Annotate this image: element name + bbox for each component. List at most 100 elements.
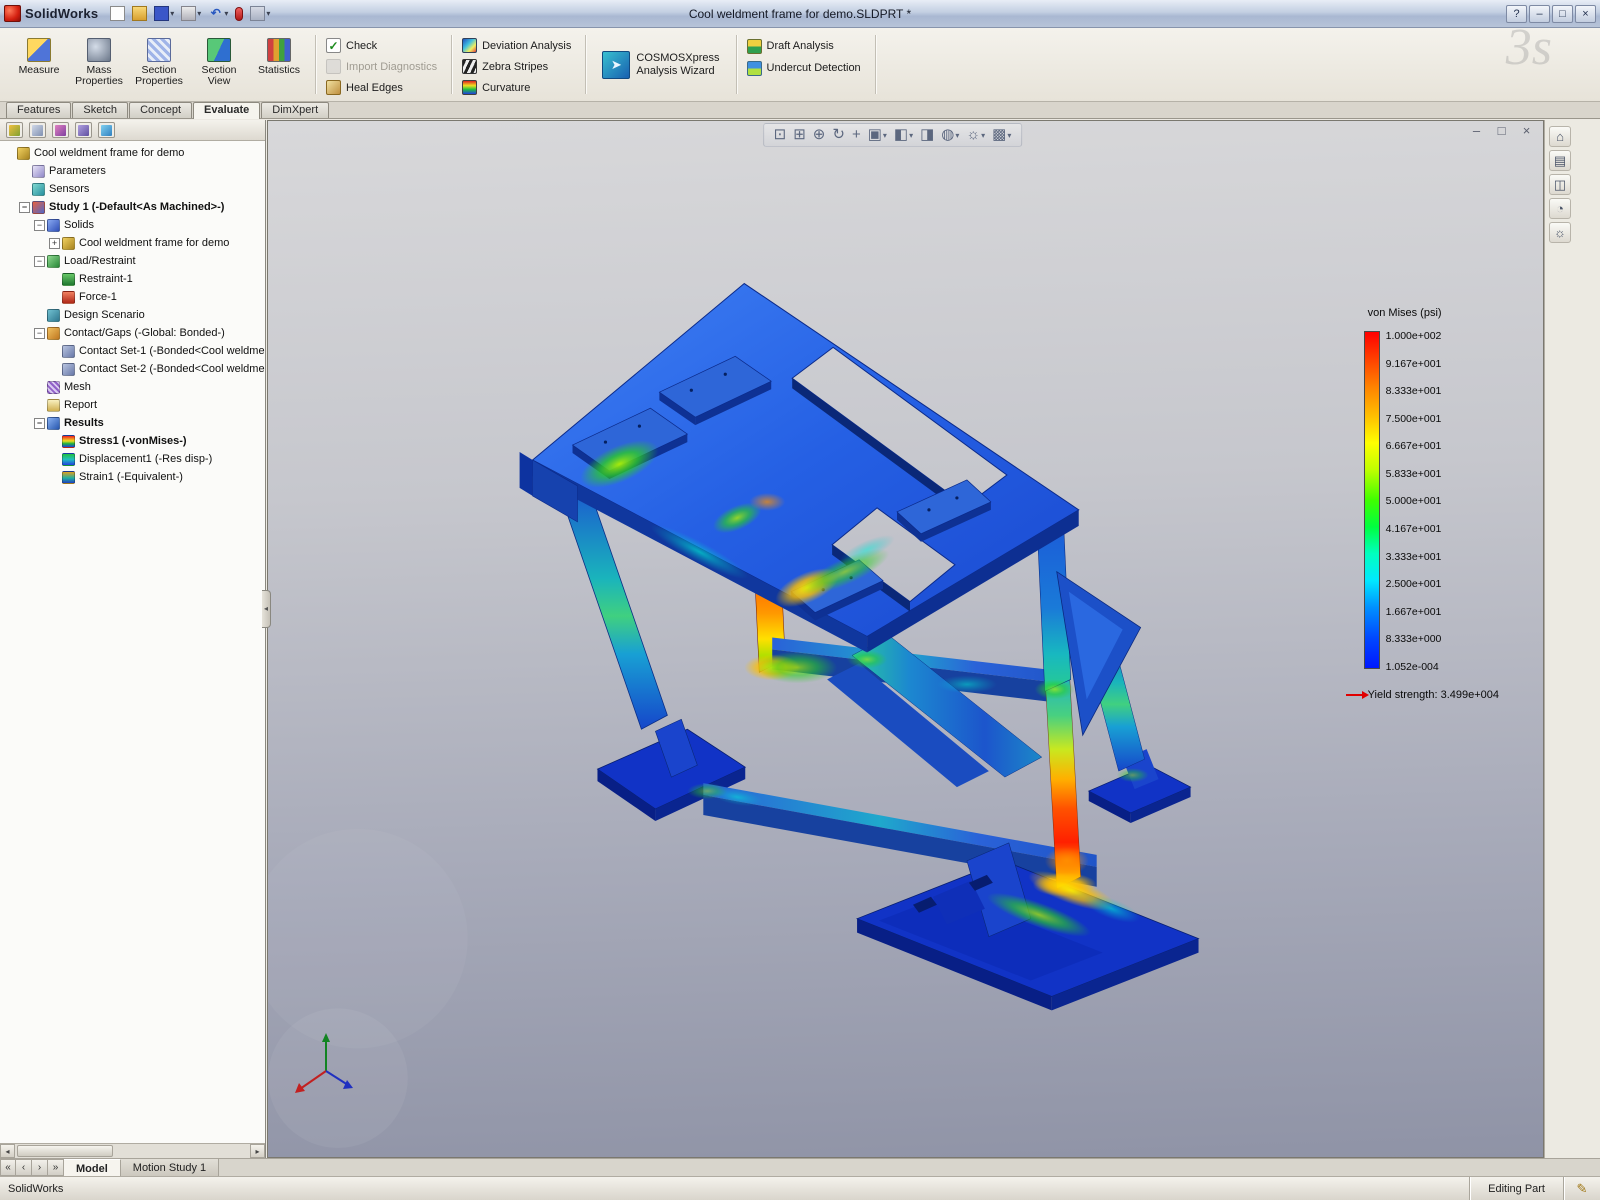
tree-item[interactable]: −Results <box>0 414 265 432</box>
tree-expander[interactable]: − <box>19 202 30 213</box>
next-frame-button[interactable]: › <box>32 1159 48 1176</box>
displaymanager-tab-button[interactable] <box>98 122 115 138</box>
home-button[interactable]: ⌂ <box>1549 126 1571 147</box>
maximize-button[interactable]: □ <box>1552 5 1573 23</box>
tab-sketch[interactable]: Sketch <box>72 102 128 118</box>
zoom-area-button[interactable]: ⊞ <box>793 126 806 144</box>
panel-splitter[interactable]: ◂ <box>262 590 271 628</box>
tree-expander[interactable]: − <box>34 418 45 429</box>
design-library-button[interactable]: ▤ <box>1549 150 1571 171</box>
tree-item[interactable]: +Cool weldment frame for demo <box>0 234 265 252</box>
measure-button[interactable]: Measure <box>10 32 68 98</box>
tab-features[interactable]: Features <box>6 102 71 118</box>
tree-item[interactable]: Stress1 (-vonMises-) <box>0 432 265 450</box>
mass-properties-button[interactable]: Mass Properties <box>70 32 128 98</box>
tree-expander[interactable]: − <box>34 328 45 339</box>
file-explorer-button[interactable]: ◫ <box>1549 174 1571 195</box>
tree-item[interactable]: Mesh <box>0 378 265 396</box>
print-button[interactable]: ▾ <box>179 5 203 22</box>
options-button[interactable]: ▾ <box>248 5 272 22</box>
open-button[interactable] <box>130 5 149 22</box>
rotate-view-button[interactable]: ↻ <box>832 126 845 144</box>
tree-item[interactable]: Parameters <box>0 162 265 180</box>
appearances-button[interactable]: ☼ <box>1549 222 1571 243</box>
last-frame-button[interactable]: » <box>48 1159 64 1176</box>
rebuild-button[interactable] <box>233 6 245 22</box>
doc-close-button[interactable]: × <box>1518 123 1535 138</box>
graphics-viewport[interactable]: ⊡⊞⊕↻+▣▾◧▾◨◍▾☼▾▩▾ –□× von Mises (psi) 1.0… <box>267 120 1544 1158</box>
close-button[interactable]: × <box>1575 5 1596 23</box>
tree-item[interactable]: Displacement1 (-Res disp-) <box>0 450 265 468</box>
doc-restore-button[interactable]: □ <box>1493 123 1510 138</box>
featuremanager-tab-icon <box>9 125 20 136</box>
heal-edges-button[interactable]: Heal Edges <box>323 78 410 97</box>
tree-item[interactable]: Force-1 <box>0 288 265 306</box>
tab-evaluate[interactable]: Evaluate <box>193 102 260 119</box>
app-name: SolidWorks <box>25 6 98 21</box>
zebra-stripes-button[interactable]: Zebra Stripes <box>459 57 555 76</box>
scroll-right-button[interactable]: ▸ <box>250 1144 265 1158</box>
zoom-in-out-button[interactable]: ⊕ <box>813 126 826 144</box>
cosmosxpress-button[interactable]: COSMOSXpress Analysis Wizard <box>593 46 728 84</box>
panel-horizontal-scrollbar[interactable]: ◂ ▸ <box>0 1143 265 1158</box>
scroll-left-button[interactable]: ◂ <box>0 1144 15 1158</box>
tab-dimxpert[interactable]: DimXpert <box>261 102 329 118</box>
tree-expander[interactable]: + <box>49 238 60 249</box>
ribbon-separator <box>875 35 876 94</box>
tree-item[interactable]: Contact Set-2 (-Bonded<Cool weldmer <box>0 360 265 378</box>
help-button[interactable]: ? <box>1506 5 1527 23</box>
tree-item[interactable]: Sensors <box>0 180 265 198</box>
prev-frame-button[interactable]: ‹ <box>16 1159 32 1176</box>
tab-concept[interactable]: Concept <box>129 102 192 118</box>
tree-item[interactable]: Report <box>0 396 265 414</box>
scrollbar-thumb[interactable] <box>17 1145 113 1157</box>
tree-item[interactable]: Design Scenario <box>0 306 265 324</box>
check-button[interactable]: Check <box>323 36 384 55</box>
statistics-button[interactable]: Statistics <box>250 32 308 98</box>
tree-item[interactable]: Cool weldment frame for demo <box>0 144 265 162</box>
section-view-button[interactable]: Section View <box>190 32 248 98</box>
tree-item[interactable]: Restraint-1 <box>0 270 265 288</box>
section-view-button[interactable]: ◧▾ <box>894 126 913 144</box>
save-button[interactable]: ▾ <box>152 5 176 22</box>
view-palette-button[interactable]: ◔ <box>1549 198 1571 219</box>
tree-item-label: Displacement1 (-Res disp-) <box>79 453 212 465</box>
zoom-fit-button[interactable]: ⊡ <box>774 126 787 144</box>
scrollbar-track[interactable] <box>15 1144 250 1158</box>
configurationmanager-tab-button[interactable] <box>52 122 69 138</box>
deviation-analysis-button[interactable]: Deviation Analysis <box>459 36 578 55</box>
tab-model[interactable]: Model <box>64 1159 121 1176</box>
tree-item[interactable]: −Contact/Gaps (-Global: Bonded-) <box>0 324 265 342</box>
undercut-detection-button[interactable]: Undercut Detection <box>744 58 868 78</box>
pan-button[interactable]: + <box>852 126 861 144</box>
doc-minimize-button[interactable]: – <box>1468 123 1485 138</box>
tree-item[interactable]: −Solids <box>0 216 265 234</box>
appearance-button[interactable]: ☼▾ <box>966 126 985 144</box>
new-document-button[interactable] <box>108 5 127 22</box>
tree-expander[interactable]: − <box>34 220 45 231</box>
legend-value: 8.333e+000 <box>1386 634 1442 645</box>
standard-views-button[interactable]: ▣▾ <box>868 126 887 144</box>
dimxpertmanager-tab-button[interactable] <box>75 122 92 138</box>
tree-item[interactable]: −Study 1 (-Default<As Machined>-) <box>0 198 265 216</box>
shadows-button[interactable]: ▩▾ <box>992 126 1011 144</box>
view-orientation-button[interactable]: ◨ <box>920 126 934 144</box>
tree-item[interactable]: Strain1 (-Equivalent-) <box>0 468 265 486</box>
curvature-button[interactable]: Curvature <box>459 78 537 97</box>
featuremanager-tab-button[interactable] <box>6 122 23 138</box>
undo-button[interactable]: ↶▾ <box>206 5 230 22</box>
tree-expander[interactable]: − <box>34 256 45 267</box>
tree-item[interactable]: −Load/Restraint <box>0 252 265 270</box>
tree-item[interactable]: Contact Set-1 (-Bonded<Cool weldmer <box>0 342 265 360</box>
displacement-plot-icon <box>62 453 75 466</box>
draft-analysis-button[interactable]: Draft Analysis <box>744 36 841 56</box>
app-logo[interactable]: SolidWorks <box>4 5 98 22</box>
tab-motion-study-1[interactable]: Motion Study 1 <box>121 1159 219 1176</box>
minimize-button[interactable]: – <box>1529 5 1550 23</box>
section-properties-button[interactable]: Section Properties <box>130 32 188 98</box>
first-frame-button[interactable]: « <box>0 1159 16 1176</box>
propertymanager-tab-button[interactable] <box>29 122 46 138</box>
part-icon <box>62 237 75 250</box>
display-style-button[interactable]: ◍▾ <box>941 126 959 144</box>
import-diagnostics-button[interactable]: Import Diagnostics <box>323 57 444 76</box>
